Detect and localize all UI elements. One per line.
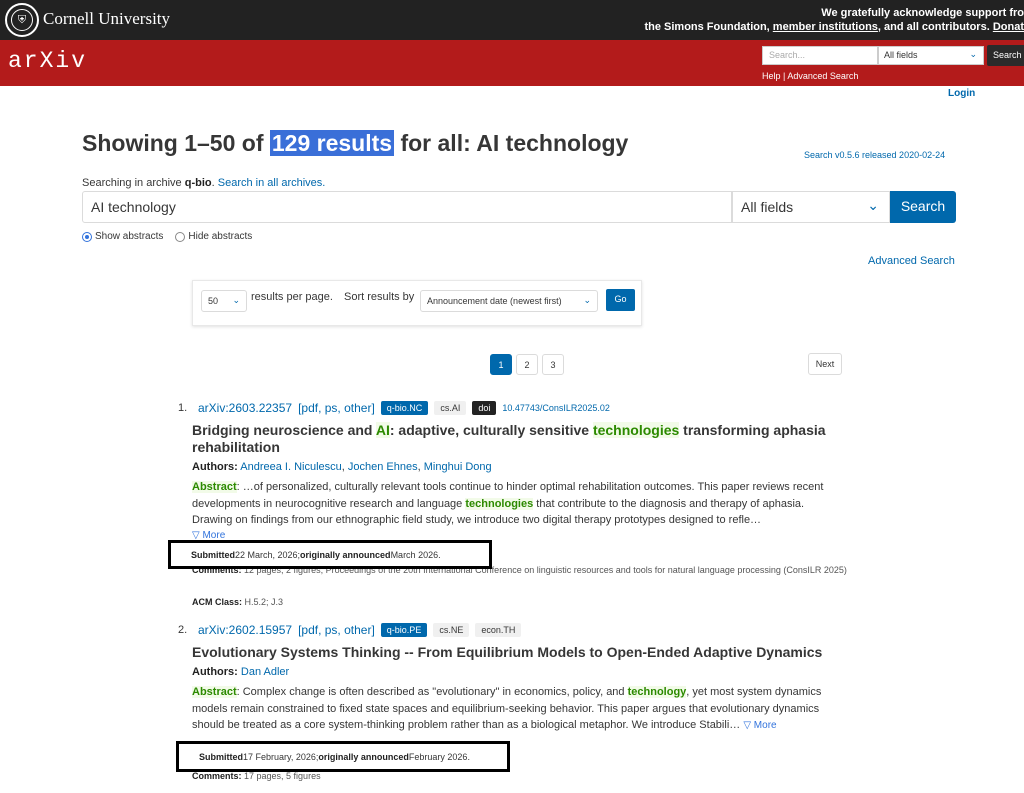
result-authors: Authors: Andreea I. Niculescu, Jochen Eh… [192,461,492,473]
sort-label: Sort results by [344,291,415,303]
page-1-button[interactable]: 1 [490,354,512,375]
category-tag: cs.NE [433,623,470,637]
archive-info: Searching in archive q-bio. Search in al… [82,177,326,189]
version-link[interactable]: Search v0.5.6 released 2020-02-24 [804,150,945,160]
result-title: Evolutionary Systems Thinking -- From Eq… [192,644,823,660]
author-link[interactable]: Andreea I. Niculescu [240,461,342,473]
show-abstracts-label[interactable]: Show abstracts [95,231,163,242]
abstract-toggle: Show abstracts Hide abstracts [82,231,252,242]
search-field-select[interactable]: All fields ⌄ [732,191,890,223]
chevron-down-icon: ⌄ [969,49,977,59]
doi-label: doi [472,401,497,415]
category-tag: econ.TH [475,623,522,637]
format-links[interactable]: [pdf, ps, other] [298,401,375,415]
header-search-button[interactable]: Search [987,45,1024,66]
arxiv-header: arXiv Search... All fields ⌄ Search Help … [0,40,1024,86]
support-message: We gratefully acknowledge support fro th… [644,7,1024,33]
result-count-highlight: 129 results [269,130,395,156]
search-query-input[interactable]: AI technology [82,191,732,223]
category-tag: cs.AI [434,401,467,415]
header-field-select[interactable]: All fields ⌄ [878,46,984,65]
submitted-date-annotation: Submitted 22 March, 2026; originally ann… [168,540,492,569]
result-header: 2. arXiv:2602.15957 [pdf, ps, other] q-b… [178,623,522,637]
arxiv-logo[interactable]: arXiv [8,48,87,74]
submitted-date-annotation: Submitted 17 February, 2026; originally … [176,741,510,772]
author-link[interactable]: Jochen Ehnes [348,461,418,473]
member-institutions-link[interactable]: member institutions [773,21,878,33]
page-3-button[interactable]: 3 [542,354,564,375]
arxiv-id-link[interactable]: arXiv:2602.15957 [198,623,292,637]
advanced-search-link[interactable]: Advanced Search [868,255,955,267]
sort-order-select[interactable]: Announcement date (newest first) ⌄ [420,290,598,312]
page-title: Showing 1–50 of 129 results for all: AI … [82,130,629,156]
result-header: 1. arXiv:2603.22357 [pdf, ps, other] q-b… [178,401,610,415]
doi-link[interactable]: 10.47743/ConsILR2025.02 [502,403,610,413]
next-page-button[interactable]: Next [808,353,842,375]
format-links[interactable]: [pdf, ps, other] [298,623,375,637]
result-abstract: Abstract: …of personalized, culturally r… [192,481,824,526]
author-link[interactable]: Minghui Dong [424,461,492,473]
arxiv-id-link[interactable]: arXiv:2603.22357 [198,401,292,415]
results-options-panel: 50 ⌄ results per page. Sort results by An… [192,280,642,326]
results-per-page-select[interactable]: 50 ⌄ [201,290,247,312]
page-2-button[interactable]: 2 [516,354,538,375]
chevron-down-icon: ⌄ [232,295,240,305]
more-abstract-toggle[interactable]: ▽ More [743,720,776,731]
search-all-archives-link[interactable]: Search in all archives. [218,177,326,189]
header-search-input[interactable]: Search... [762,46,878,65]
result-title: Bridging neuroscience and AI: adaptive, … [192,422,826,455]
hide-abstracts-label[interactable]: Hide abstracts [188,231,252,242]
author-link[interactable]: Dan Adler [241,666,289,678]
result-acm-class: ACM Class: H.5.2; J.3 [192,597,284,607]
university-name[interactable]: Cornell University [43,9,170,29]
header-help-links: Help | Advanced Search [762,71,859,81]
cornell-seal-icon[interactable]: ⛨ [5,3,39,37]
header-advanced-search-link[interactable]: Advanced Search [787,71,858,81]
help-link[interactable]: Help [762,71,781,81]
search-button[interactable]: Search [890,191,956,223]
result-abstract: Abstract: Complex change is often descri… [192,686,822,731]
login-link[interactable]: Login [948,88,975,99]
chevron-down-icon: ⌄ [867,197,879,213]
show-abstracts-radio[interactable] [82,231,92,242]
top-bar: ⛨ Cornell University We gratefully ackno… [0,0,1024,40]
results-per-page-label: results per page. [251,291,333,303]
primary-category-tag: q-bio.PE [380,623,428,637]
go-button[interactable]: Go [606,289,635,311]
result-authors: Authors: Dan Adler [192,666,290,678]
donate-link[interactable]: Donat [993,21,1024,33]
chevron-down-icon: ⌄ [583,295,591,305]
primary-category-tag: q-bio.NC [380,401,429,415]
hide-abstracts-radio[interactable] [175,231,186,242]
